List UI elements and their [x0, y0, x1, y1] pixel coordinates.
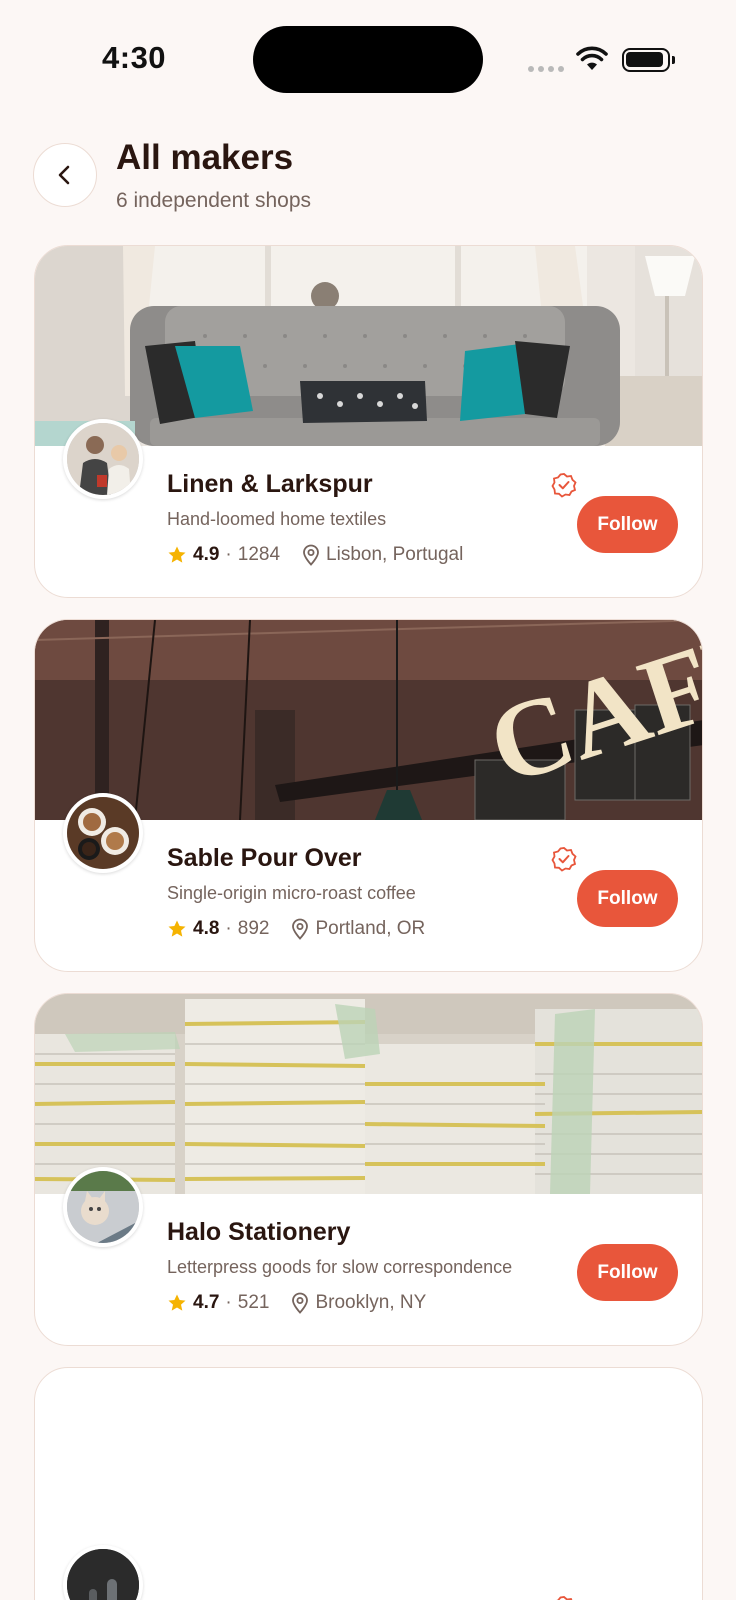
- location-pin-icon: [292, 918, 309, 940]
- shop-name[interactable]: Halo Stationery: [167, 1218, 350, 1247]
- shop-description: Letterpress goods for slow correspondenc…: [167, 1257, 513, 1277]
- page-title: All makers: [116, 138, 294, 177]
- shop-review-count: 1284: [237, 544, 281, 565]
- back-button[interactable]: [33, 143, 97, 207]
- separator: ·: [225, 544, 232, 565]
- shop-meta: 4.7 · 521 Brooklyn, NY: [167, 1292, 426, 1314]
- verified-badge-icon: [551, 847, 577, 872]
- location-pin-icon: [303, 544, 319, 566]
- star-icon: [168, 920, 186, 937]
- status-time: 4:30: [102, 40, 167, 75]
- shop-description: Single-origin micro-roast coffee: [167, 883, 416, 903]
- shop-review-count: 892: [237, 918, 270, 939]
- follow-button[interactable]: Follow: [577, 496, 678, 553]
- shop-avatar: [63, 1545, 143, 1600]
- shop-location: Portland, OR: [315, 918, 426, 939]
- verified-badge-icon: [556, 1596, 573, 1600]
- shop-location: Brooklyn, NY: [315, 1292, 427, 1313]
- location-pin-icon: [292, 1292, 309, 1314]
- shop-card[interactable]: Linen & Larkspur Hand-loomed home textil…: [34, 245, 703, 598]
- separator: ·: [225, 918, 232, 939]
- separator: ·: [225, 1292, 232, 1313]
- follow-button[interactable]: Follow: [577, 1244, 678, 1301]
- shop-avatar: [63, 1167, 143, 1247]
- shop-rating: 4.8: [193, 918, 220, 939]
- shop-meta: 4.9 · 1284 Lisbon, Portugal: [167, 544, 463, 566]
- shop-rating: 4.9: [193, 544, 220, 565]
- shop-cover-image: CAFE: [35, 620, 702, 820]
- shop-cover-image: [35, 246, 702, 446]
- shop-review-count: 521: [237, 1292, 270, 1313]
- shop-name[interactable]: Sable Pour Over: [167, 844, 362, 873]
- page-subtitle: 6 independent shops: [116, 189, 311, 212]
- wifi-icon: [576, 46, 608, 70]
- shop-location: Lisbon, Portugal: [326, 544, 464, 565]
- shop-card[interactable]: Halo Stationery Letterpress goods for sl…: [34, 993, 703, 1346]
- shop-rating: 4.7: [193, 1292, 220, 1313]
- battery-icon: [622, 48, 675, 72]
- shop-avatar: [63, 793, 143, 873]
- chevron-left-icon: [58, 165, 70, 185]
- star-icon: [168, 546, 186, 563]
- shop-avatar: [63, 419, 143, 499]
- shop-card[interactable]: CAFE Sable Pour Over Single-origin micro…: [34, 619, 703, 972]
- shop-meta: 4.8 · 892 Portland, OR: [167, 918, 425, 940]
- follow-button[interactable]: Follow: [577, 870, 678, 927]
- cellular-signal-icon: [528, 66, 564, 72]
- dynamic-island: [253, 26, 483, 93]
- star-icon: [168, 1294, 186, 1311]
- shop-card[interactable]: [34, 1367, 703, 1600]
- verified-badge-icon: [551, 473, 577, 498]
- status-bar: 4:30: [0, 0, 736, 110]
- shop-cover-image: [35, 994, 702, 1194]
- shop-name[interactable]: Linen & Larkspur: [167, 470, 373, 499]
- shop-description: Hand-loomed home textiles: [167, 509, 387, 529]
